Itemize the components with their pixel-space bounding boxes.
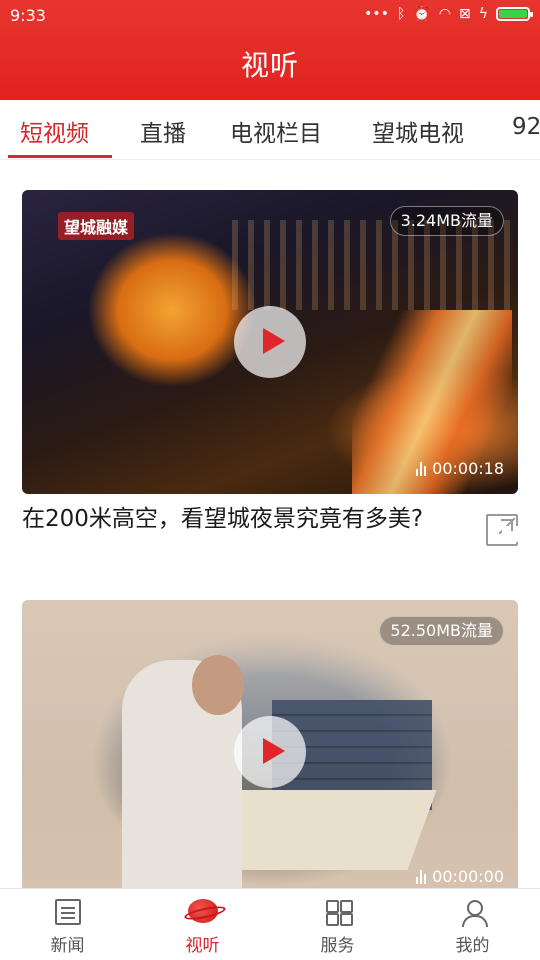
bluetooth-icon: ᛒ (396, 6, 406, 22)
more-dots-icon: ••• (364, 6, 389, 22)
nav-audiovisual[interactable]: 视听 (135, 889, 270, 960)
video-thumbnail[interactable]: 望城融媒 3.24MB流量 00:00:18 (22, 190, 518, 494)
volume-bars-icon (416, 461, 427, 476)
status-icons: ••• ᛒ ⏰ ◠ ⊠ ϟ (364, 6, 533, 22)
volume-bars-icon (416, 869, 427, 884)
nav-label: 新闻 (50, 936, 85, 956)
tab-live[interactable]: 直播 (140, 114, 186, 148)
tab-tv-programs[interactable]: 电视栏目 (230, 114, 322, 148)
watermark-logo: 望城融媒 (58, 212, 135, 240)
active-tab-indicator (8, 155, 112, 158)
craftsman-head (192, 655, 244, 715)
video-card[interactable]: 望城融媒 3.24MB流量 00:00:18 在200米高空，看望城夜景究竟有多… (22, 190, 518, 572)
nav-label: 视听 (185, 936, 220, 956)
nav-label: 我的 (455, 936, 490, 956)
nav-me[interactable]: 我的 (405, 889, 540, 960)
data-usage-badge: 3.24MB流量 (389, 206, 504, 236)
battery-icon (496, 7, 533, 21)
video-thumbnail[interactable]: 52.50MB流量 00:00:00 (22, 600, 518, 890)
share-icon[interactable] (486, 514, 518, 546)
nav-news[interactable]: 新闻 (0, 889, 135, 960)
sim-icon: ⊠ (459, 6, 471, 22)
category-tabs: 短视频 直播 电视栏目 望城电视 92 (0, 100, 540, 160)
alarm-icon: ⏰ (413, 6, 431, 22)
page-title: 视听 (240, 49, 299, 82)
tab-92[interactable]: 92 (512, 114, 540, 140)
tab-short-video[interactable]: 短视频 (20, 114, 89, 148)
video-title-row: 在200米高空，看望城夜景究竟有多美? (22, 502, 518, 572)
grid-icon (325, 899, 351, 926)
news-icon (55, 899, 81, 925)
bottom-nav: 新闻 视听 服务 我的 (0, 888, 540, 960)
duration-text: 00:00:18 (432, 459, 504, 478)
duration-text: 00:00:00 (432, 867, 504, 886)
play-button[interactable] (234, 306, 306, 378)
status-bar: 9:33 ••• ᛒ ⏰ ◠ ⊠ ϟ (0, 0, 540, 32)
app-header: 9:33 ••• ᛒ ⏰ ◠ ⊠ ϟ 视听 (0, 0, 540, 100)
tab-wangcheng-tv[interactable]: 望城电视 (372, 114, 464, 148)
person-icon (460, 899, 488, 927)
nav-label: 服务 (320, 936, 355, 956)
planet-icon (188, 899, 218, 923)
nav-service[interactable]: 服务 (270, 889, 405, 960)
status-time: 9:33 (10, 6, 46, 25)
wifi-icon: ◠ (438, 6, 452, 22)
play-button[interactable] (234, 716, 306, 788)
video-card[interactable]: 52.50MB流量 00:00:00 (22, 600, 518, 890)
duration-label: 00:00:18 (416, 459, 504, 478)
duration-label: 00:00:00 (416, 867, 504, 886)
charging-icon: ϟ (478, 6, 488, 22)
video-title[interactable]: 在200米高空，看望城夜景究竟有多美? (22, 502, 462, 536)
data-usage-badge: 52.50MB流量 (379, 616, 504, 646)
